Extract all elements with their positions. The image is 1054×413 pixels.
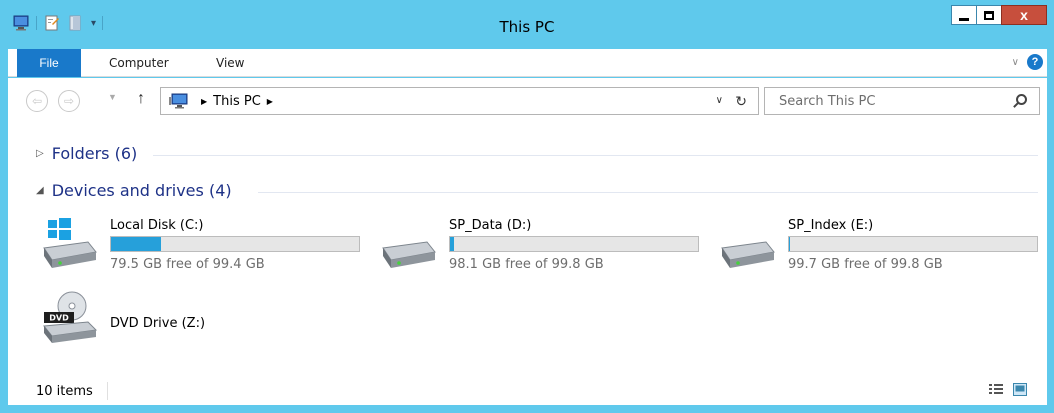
group-label: Devices and drives (4) <box>51 181 232 200</box>
navigation-bar: ⇦ ⇨ ▼ ↑ ▶ This PC ▶ ∨ ↻ Search This PC <box>8 78 1047 124</box>
details-view-icon[interactable] <box>989 383 1003 396</box>
drive-name: SP_Index (E:) <box>788 218 874 233</box>
ribbon: File Computer View ∨ ? <box>8 49 1047 77</box>
drive-usage-bar <box>788 236 1038 252</box>
refresh-icon[interactable]: ↻ <box>735 93 747 110</box>
hard-drive-icon <box>382 241 436 268</box>
drive-usage-bar <box>449 236 699 252</box>
forward-arrow-icon: ⇨ <box>63 94 75 108</box>
drive-free-space: 99.7 GB free of 99.8 GB <box>788 257 943 272</box>
large-icons-view-icon[interactable] <box>1013 383 1027 396</box>
status-divider <box>107 382 108 400</box>
item-count: 10 items <box>36 384 93 399</box>
recent-locations-icon[interactable]: ▼ <box>108 92 117 102</box>
drive-free-space: 79.5 GB free of 99.4 GB <box>110 257 265 272</box>
maximize-icon <box>984 10 994 20</box>
back-arrow-icon: ⇦ <box>31 94 43 108</box>
title-bar: ▾ This PC x <box>0 0 1054 49</box>
search-input[interactable]: Search This PC <box>779 94 875 109</box>
drive-name: SP_Data (D:) <box>449 218 532 233</box>
collapse-arrow-icon[interactable]: ◢ <box>36 185 44 196</box>
drive-item-c[interactable]: Local Disk (C:) 79.5 GB free of 99.4 GB <box>40 218 370 274</box>
drive-usage-fill <box>789 237 791 251</box>
dvd-badge: DVD <box>49 314 69 323</box>
drive-free-space: 98.1 GB free of 99.8 GB <box>449 257 604 272</box>
drive-item-z[interactable]: DVD DVD Drive (Z:) <box>40 290 370 350</box>
breadcrumb-arrow-icon[interactable]: ▶ <box>267 97 273 106</box>
drive-usage-fill <box>450 237 455 251</box>
window-title: This PC <box>499 18 555 36</box>
group-divider <box>153 155 1038 156</box>
minimize-button[interactable] <box>951 5 977 25</box>
address-bar[interactable]: ▶ This PC ▶ ∨ ↻ <box>160 87 759 115</box>
tab-view[interactable]: View <box>216 56 244 70</box>
expand-arrow-icon[interactable]: ▷ <box>36 148 44 159</box>
expand-ribbon-icon[interactable]: ∨ <box>1012 57 1019 68</box>
group-header-folders[interactable]: ▷ Folders (6) <box>36 144 137 163</box>
forward-button[interactable]: ⇨ <box>58 90 80 112</box>
status-bar: 10 items <box>8 375 1047 405</box>
caption-buttons: x <box>951 5 1047 25</box>
windows-drive-icon <box>43 218 97 268</box>
help-icon[interactable]: ? <box>1027 54 1043 70</box>
address-history-icon[interactable]: ∨ <box>716 95 723 106</box>
close-button[interactable]: x <box>1001 5 1047 25</box>
back-button[interactable]: ⇦ <box>26 90 48 112</box>
group-divider <box>258 192 1038 193</box>
drive-usage-fill <box>111 237 161 251</box>
minimize-icon <box>959 17 969 21</box>
drive-usage-bar <box>110 236 360 252</box>
group-label: Folders (6) <box>51 144 138 163</box>
group-header-devices[interactable]: ◢ Devices and drives (4) <box>36 181 232 200</box>
ribbon-controls: ∨ ? <box>1012 54 1043 70</box>
search-box[interactable]: Search This PC <box>764 87 1040 115</box>
hard-drive-icon <box>721 241 775 268</box>
dvd-drive-icon: DVD <box>43 291 98 343</box>
up-arrow-icon[interactable]: ↑ <box>137 90 145 108</box>
tab-computer[interactable]: Computer <box>109 56 169 70</box>
tab-file[interactable]: File <box>17 49 81 77</box>
drive-item-d[interactable]: SP_Data (D:) 98.1 GB free of 99.8 GB <box>379 218 709 274</box>
breadcrumb-this-pc[interactable]: This PC <box>213 94 261 109</box>
breadcrumb-arrow-icon[interactable]: ▶ <box>201 97 207 106</box>
maximize-button[interactable] <box>976 5 1002 25</box>
content-pane: ▷ Folders (6) ◢ Devices and drives (4) L… <box>8 124 1047 375</box>
address-path[interactable]: ▶ This PC ▶ <box>195 94 279 109</box>
this-pc-icon <box>169 93 188 109</box>
search-icon[interactable] <box>1016 94 1027 105</box>
close-icon: x <box>1020 7 1028 23</box>
explorer-window: ▾ This PC x File Computer View ∨ ? ⇦ ⇨ ▼… <box>0 0 1054 413</box>
drive-item-e[interactable]: SP_Index (E:) 99.7 GB free of 99.8 GB <box>718 218 1048 274</box>
drive-name: Local Disk (C:) <box>110 218 204 233</box>
drive-name: DVD Drive (Z:) <box>110 316 206 331</box>
